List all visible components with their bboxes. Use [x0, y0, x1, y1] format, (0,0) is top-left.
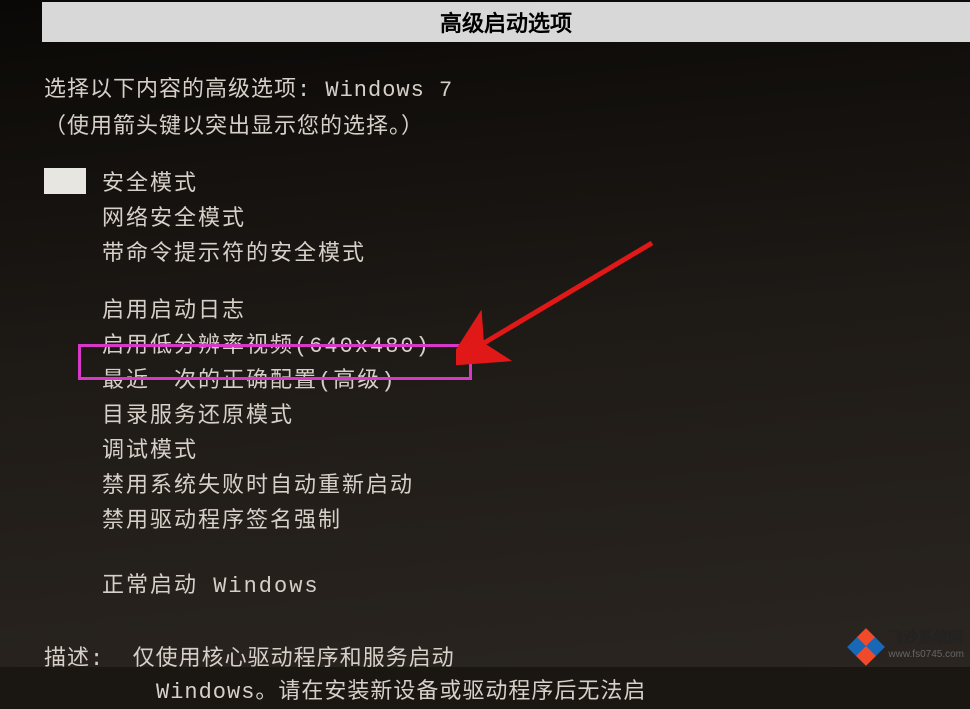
watermark-logo-icon — [850, 629, 882, 661]
option-start-windows-normally[interactable]: 正常启动 Windows — [102, 570, 926, 603]
intro-os-name: Windows 7 — [325, 78, 453, 103]
boot-options-list: 安全模式 网络安全模式 带命令提示符的安全模式 启用启动日志 启用低分辨率视频(… — [44, 168, 926, 603]
intro-line-1: 选择以下内容的高级选项: Windows 7 — [44, 74, 926, 107]
option-safe-mode[interactable]: 安全模式 — [102, 168, 926, 201]
description-text-2: Windows。请在安装新设备或驱动程序后无法启 — [44, 676, 926, 709]
option-dsrm[interactable]: 目录服务还原模式 — [102, 400, 926, 433]
watermark-name: 飞沙系统网 — [888, 630, 964, 647]
watermark-text: 飞沙系统网 www.fs0745.com — [888, 630, 964, 661]
option-safe-mode-networking[interactable]: 网络安全模式 — [102, 203, 926, 236]
option-debug-mode[interactable]: 调试模式 — [102, 435, 926, 468]
option-group-1: 安全模式 网络安全模式 带命令提示符的安全模式 — [102, 168, 926, 271]
option-safe-mode-cmd[interactable]: 带命令提示符的安全模式 — [102, 238, 926, 271]
option-last-known-good[interactable]: 最近一次的正确配置(高级) — [102, 365, 926, 398]
description-label: 描述: — [44, 647, 104, 672]
option-disable-auto-restart[interactable]: 禁用系统失败时自动重新启动 — [102, 470, 926, 503]
option-group-3: 正常启动 Windows — [102, 570, 926, 603]
description-text-1: 仅使用核心驱动程序和服务启动 — [133, 647, 455, 672]
watermark: 飞沙系统网 www.fs0745.com — [850, 629, 964, 661]
intro-line-2: （使用箭头键以突出显示您的选择。） — [44, 111, 926, 144]
option-boot-logging[interactable]: 启用启动日志 — [102, 295, 926, 328]
boot-menu-screen: 高级启动选项 选择以下内容的高级选项: Windows 7 （使用箭头键以突出显… — [0, 0, 970, 667]
intro-prefix: 选择以下内容的高级选项: — [44, 78, 325, 103]
option-group-2: 启用启动日志 启用低分辨率视频(640x480) 最近一次的正确配置(高级) 目… — [102, 295, 926, 538]
title-bar: 高级启动选项 — [42, 2, 970, 42]
option-disable-driver-signing[interactable]: 禁用驱动程序签名强制 — [102, 505, 926, 538]
content-area: 选择以下内容的高级选项: Windows 7 （使用箭头键以突出显示您的选择。）… — [0, 42, 970, 709]
option-low-res-video[interactable]: 启用低分辨率视频(640x480) — [102, 330, 926, 363]
description-block: 描述: 仅使用核心驱动程序和服务启动 Windows。请在安装新设备或驱动程序后… — [44, 643, 926, 709]
watermark-url: www.fs0745.com — [888, 649, 964, 660]
